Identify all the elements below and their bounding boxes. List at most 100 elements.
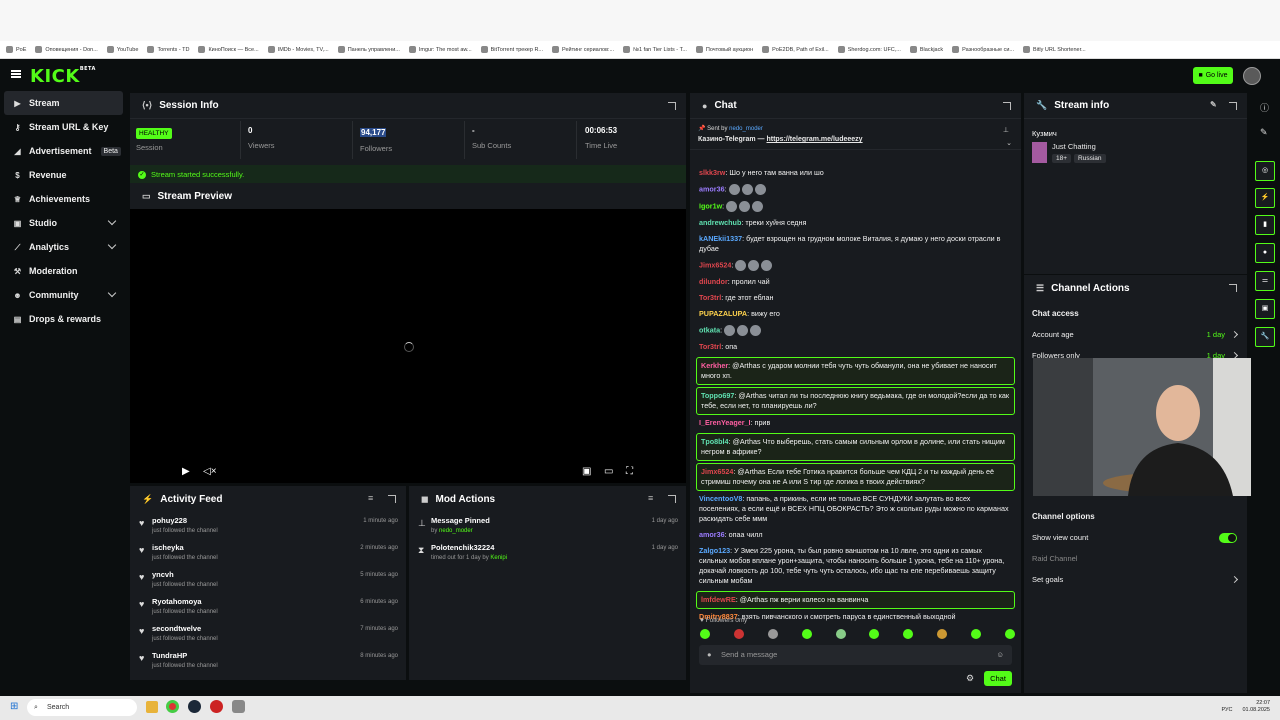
chat-message[interactable]: I_ErenYeager_I: прив	[690, 415, 1021, 431]
sidebar-item-community[interactable]: ☻ Community	[0, 283, 127, 307]
emote[interactable]	[801, 629, 812, 639]
stream-video[interactable]: ▶ ◁× ▣ ▭ ⛶	[130, 209, 686, 483]
chat-message[interactable]: Tor3trl: опа	[690, 339, 1021, 355]
folder-icon[interactable]	[146, 701, 158, 713]
chat-message[interactable]: Jimx6524: @Arthas Если тебе Готика нрави…	[696, 463, 1015, 491]
chat-message[interactable]: Tor3trl: где этот еблан	[690, 290, 1021, 306]
bolt-icon[interactable]: ⚡	[1255, 188, 1275, 208]
chat-username[interactable]: Tpo8bl4	[701, 437, 729, 446]
mod-icon[interactable]: ▮	[1255, 215, 1275, 235]
taskbar-search[interactable]: ⌕ Search	[27, 699, 137, 716]
edit-icon[interactable]: ✎	[1260, 127, 1268, 138]
chat-username[interactable]: Toppo697	[701, 391, 734, 400]
chat-message[interactable]: kANEkii1337: будет взрощен на грудном мо…	[690, 231, 1021, 257]
chat-icon[interactable]: ●	[1255, 243, 1275, 263]
view-count-toggle[interactable]	[1219, 532, 1237, 543]
menu-icon[interactable]	[11, 70, 21, 78]
sidebar-item-drops[interactable]: ▤ Drops & rewards	[0, 307, 127, 331]
bookmark[interactable]: Sherdog.com: UFC,...	[837, 46, 901, 53]
category-thumbnail[interactable]	[1032, 142, 1047, 163]
go-live-button[interactable]: ■ Go live	[1193, 67, 1233, 84]
bookmark[interactable]: Оповещения - Don...	[35, 46, 98, 53]
emote[interactable]	[903, 629, 914, 639]
avatar[interactable]	[1243, 67, 1261, 85]
emote[interactable]	[733, 629, 744, 639]
emote[interactable]	[767, 629, 778, 639]
app-icon[interactable]	[232, 700, 245, 713]
emote[interactable]	[700, 629, 710, 639]
slider-icon[interactable]: ⚌	[1255, 271, 1275, 291]
chat-message[interactable]: Igor1w:	[690, 198, 1021, 215]
chat-message[interactable]: Toppo697: @Arthas читал ли ты последнюю …	[696, 387, 1015, 415]
emote[interactable]	[1004, 629, 1015, 639]
bookmark[interactable]: PoE	[6, 46, 26, 53]
mute-icon[interactable]: ◁×	[203, 466, 217, 477]
chat-username[interactable]: Jimx6524	[701, 467, 733, 476]
app-icon[interactable]	[210, 700, 223, 713]
chat-username[interactable]: lmfdewRE	[701, 595, 736, 604]
popout-icon[interactable]	[1229, 284, 1237, 292]
kick-logo[interactable]: KICKBETA	[30, 66, 96, 87]
chat-username[interactable]: amor36	[699, 184, 725, 193]
monitor-icon[interactable]: ▣	[1255, 299, 1275, 319]
chrome-icon[interactable]	[166, 700, 179, 713]
chevron-down-icon[interactable]: ⌄	[1006, 139, 1012, 147]
chat-message[interactable]: otkata:	[690, 322, 1021, 339]
sidebar-item-achievements[interactable]: ♕ Achievements	[0, 187, 127, 211]
emote[interactable]	[869, 629, 880, 639]
popout-icon[interactable]	[668, 102, 676, 110]
steam-icon[interactable]	[188, 700, 201, 713]
filter-icon[interactable]: ≡	[368, 493, 373, 503]
bookmark[interactable]: Torrents - TD	[147, 46, 189, 53]
bookmark[interactable]: IMDb - Movies, TV,...	[267, 46, 329, 53]
chat-username[interactable]: VincentooV8	[699, 494, 742, 503]
chat-send-button[interactable]: Chat	[984, 671, 1012, 686]
chat-username[interactable]: amor36	[699, 530, 725, 539]
chat-username[interactable]: dilundor	[699, 277, 728, 286]
chat-message[interactable]: amor36:	[690, 181, 1021, 198]
set-goals-row[interactable]: Set goals	[1024, 569, 1247, 590]
chat-username[interactable]: slkk3rw	[699, 168, 725, 177]
raid-channel-row[interactable]: Raid Channel	[1024, 548, 1247, 569]
wrench-icon[interactable]: 🔧	[1255, 327, 1275, 347]
chat-input[interactable]: Send a message ● ☺	[699, 645, 1012, 665]
sidebar-item-stream-url[interactable]: ⚷ Stream URL & Key	[0, 115, 127, 139]
gear-icon[interactable]: ⚙	[966, 673, 974, 684]
filter-icon[interactable]: ≡	[648, 493, 653, 503]
sidebar-item-moderation[interactable]: ⚒ Moderation	[0, 259, 127, 283]
bookmark[interactable]: Imgur: The most aw...	[408, 46, 472, 53]
chat-username[interactable]: andrewchub	[699, 218, 741, 227]
pinned-link[interactable]: https://telegram.me/ludeeezy	[766, 136, 862, 143]
bookmark[interactable]: Разнообразные си...	[952, 46, 1014, 53]
popout-icon[interactable]	[1003, 102, 1011, 110]
chat-message[interactable]: andrewchub: треки хуйня седня	[690, 215, 1021, 231]
emote[interactable]	[971, 629, 981, 639]
bookmark[interactable]: Blackjack	[909, 46, 943, 53]
bookmark[interactable]: Bitly URL Shortener...	[1023, 46, 1086, 53]
popout-icon[interactable]	[388, 495, 396, 503]
pinned-message[interactable]: 📌 Sent by nedo_moder Казино-Telegram — h…	[690, 120, 1021, 150]
play-icon[interactable]: ▶	[182, 466, 190, 477]
sidebar-item-analytics[interactable]: ⟋ Analytics	[0, 235, 127, 259]
chat-username[interactable]: Igor1w	[699, 201, 722, 210]
chat-username[interactable]: Kerkher	[701, 361, 728, 370]
show-view-count-row[interactable]: Show view count	[1024, 527, 1247, 548]
sidebar-item-studio[interactable]: ▣ Studio	[0, 211, 127, 235]
chat-username[interactable]: Jimx6524	[699, 260, 731, 269]
emote[interactable]	[937, 629, 948, 639]
chat-username[interactable]: Tor3trl	[699, 342, 721, 351]
pip-icon[interactable]: ▭	[604, 466, 613, 477]
chat-message[interactable]: amor36: опаа чилл	[690, 527, 1021, 543]
chat-username[interactable]: Tor3trl	[699, 293, 721, 302]
sidebar-item-advertisement[interactable]: ◢ Advertisement Beta	[0, 139, 127, 163]
fullscreen-icon[interactable]: ⛶	[626, 466, 633, 477]
bookmark[interactable]: BitTorrent трекер R...	[480, 46, 543, 53]
chat-username[interactable]: otkata	[699, 325, 720, 334]
chat-username[interactable]: Zalgo123	[699, 546, 730, 555]
pin-icon[interactable]: ⊥	[1003, 126, 1009, 134]
bookmark[interactable]: Панель управлени...	[337, 46, 400, 53]
chat-message[interactable]: Tpo8bl4: @Arthas Что выберешь, стать сам…	[696, 433, 1015, 461]
smiley-icon[interactable]: ☺	[996, 645, 1004, 665]
windows-start-icon[interactable]: ⊞	[10, 701, 18, 712]
chat-username[interactable]: kANEkii1337	[699, 234, 742, 243]
